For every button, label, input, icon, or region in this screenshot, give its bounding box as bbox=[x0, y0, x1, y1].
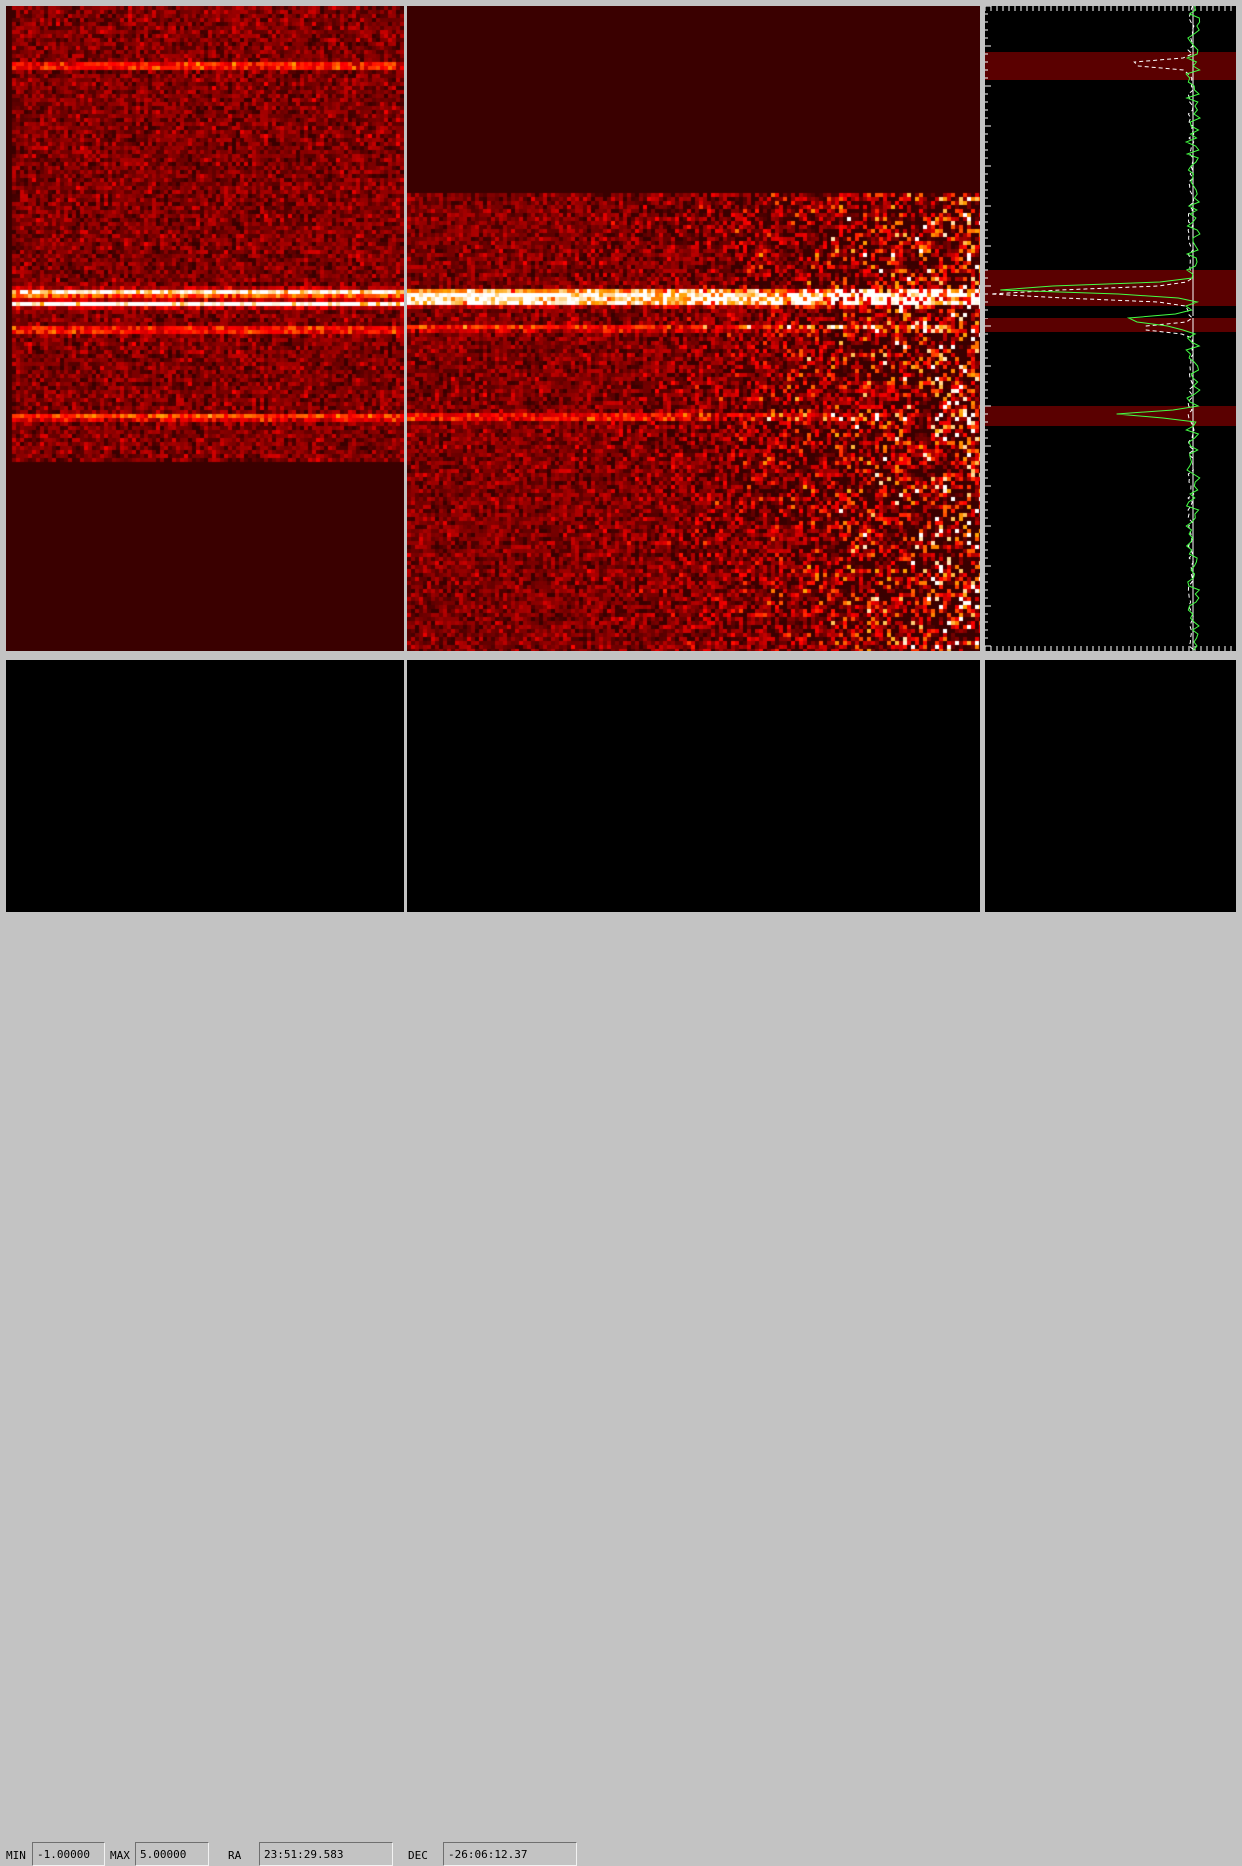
main-spectrum-image-panel[interactable] bbox=[407, 6, 980, 651]
lower-right-panel bbox=[985, 660, 1236, 912]
min-label: MIN bbox=[6, 1849, 26, 1862]
profile-highlight-band bbox=[985, 316, 1236, 332]
main-spectrum-image[interactable] bbox=[407, 6, 980, 651]
profile-highlight-band bbox=[985, 406, 1236, 426]
max-label: MAX bbox=[110, 1849, 130, 1862]
left-spectrum-image-panel[interactable] bbox=[6, 6, 404, 651]
lower-left-panel bbox=[6, 660, 404, 912]
left-spectrum-image[interactable] bbox=[6, 6, 404, 651]
profile-highlight-band bbox=[985, 52, 1236, 80]
dec-label: DEC bbox=[408, 1849, 428, 1862]
max-field[interactable]: 5.00000 bbox=[135, 1842, 209, 1866]
lower-center-panel bbox=[407, 660, 980, 912]
min-field[interactable]: -1.00000 bbox=[32, 1842, 105, 1866]
status-bar: MIN -1.00000 MAX 5.00000 RA 23:51:29.583… bbox=[0, 918, 1242, 1866]
ra-field[interactable]: 23:51:29.583 bbox=[259, 1842, 393, 1866]
spatial-profile-plot bbox=[985, 6, 1236, 651]
spatial-profile-panel[interactable] bbox=[985, 6, 1236, 651]
ra-label: RA bbox=[228, 1849, 242, 1862]
dec-field[interactable]: -26:06:12.37 bbox=[443, 1842, 577, 1866]
